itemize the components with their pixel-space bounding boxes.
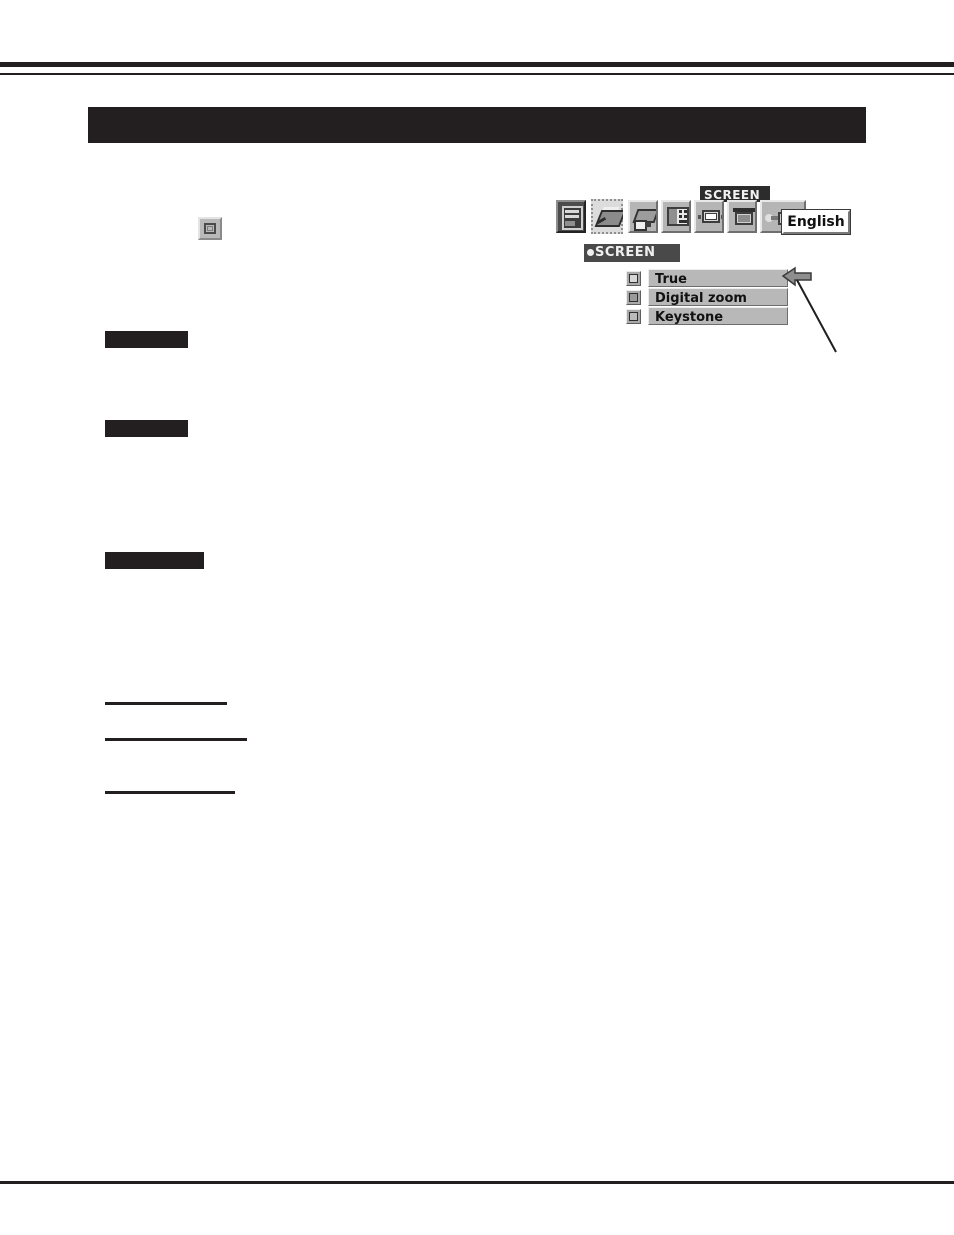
osd-language-button[interactable]: English	[782, 210, 850, 234]
osd-menu-item-digital-zoom[interactable]: Digital zoom	[648, 288, 788, 306]
section-heading-2	[105, 420, 188, 437]
osd-menu-item-keystone-label: Keystone	[655, 310, 724, 325]
keystone-row-icon	[626, 308, 641, 324]
true-size-icon	[626, 270, 641, 286]
footer-rule	[0, 1181, 954, 1184]
osd-section-header: SCREEN	[584, 244, 680, 262]
osd-illustration: SCREEN English SCREEN True Digital zoom …	[556, 186, 876, 361]
keystone-icon	[198, 217, 222, 240]
osd-menu-item-true[interactable]: True	[648, 269, 788, 287]
osd-language-label: English	[787, 214, 845, 230]
callout-pointer	[781, 266, 837, 353]
osd-icon-input-source[interactable]	[556, 200, 586, 233]
section-heading-3	[105, 552, 204, 569]
page-title-bar	[88, 107, 866, 143]
osd-menu-bar	[556, 197, 809, 236]
osd-menu-row-digital-zoom[interactable]: Digital zoom	[626, 288, 788, 306]
osd-section-header-label: SCREEN	[595, 245, 656, 260]
osd-menu-item-true-label: True	[655, 272, 687, 287]
osd-menu-list: True Digital zoom Keystone	[626, 269, 788, 326]
section-heading-1	[105, 331, 188, 348]
osd-menu-item-digital-zoom-label: Digital zoom	[655, 291, 747, 306]
bullet-icon	[587, 248, 594, 256]
header-rule-thin	[0, 73, 954, 75]
osd-icon-pc-adjust[interactable]	[661, 200, 691, 233]
term-underline-2	[105, 738, 247, 741]
osd-icon-image-select[interactable]	[589, 197, 625, 236]
osd-menu-row-true[interactable]: True	[626, 269, 788, 287]
osd-icon-setting[interactable]	[727, 200, 757, 233]
osd-icon-screen[interactable]	[694, 200, 724, 233]
header-rule-thick	[0, 62, 954, 67]
osd-icon-image-adjust[interactable]	[628, 200, 658, 233]
osd-menu-item-keystone[interactable]: Keystone	[648, 307, 788, 325]
keystone-glyph	[204, 223, 216, 234]
digital-zoom-icon	[626, 289, 641, 305]
term-underline-3	[105, 791, 235, 794]
callout-leader-line	[796, 279, 837, 353]
osd-menu-row-keystone[interactable]: Keystone	[626, 307, 788, 325]
term-underline-1	[105, 702, 227, 705]
